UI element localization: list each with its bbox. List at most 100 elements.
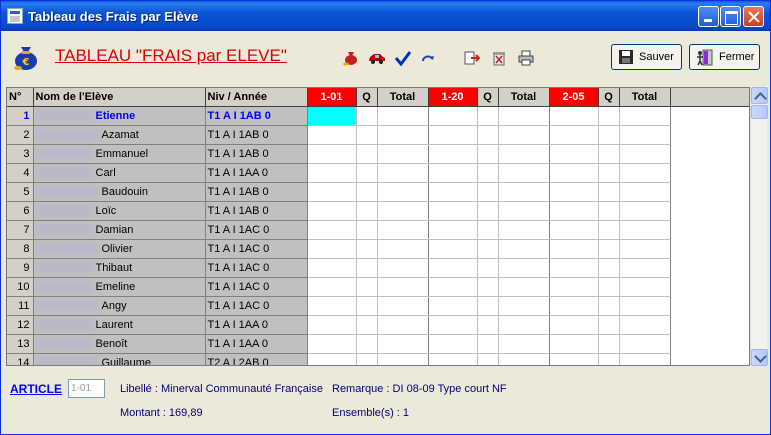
total-cell[interactable] xyxy=(377,106,429,126)
fee-cell[interactable] xyxy=(428,353,478,365)
student-name-cell[interactable]: Thibaut xyxy=(33,258,206,278)
quantity-cell[interactable] xyxy=(356,182,378,202)
quantity-cell[interactable] xyxy=(598,315,620,335)
table-row[interactable]: 14 Guillaume T2 A I 2AB 0 xyxy=(7,353,749,365)
total-cell[interactable] xyxy=(619,220,671,240)
fee-cell[interactable] xyxy=(307,296,357,316)
table-row[interactable]: 13 Benoît T1 A I 1AA 0 xyxy=(7,334,749,354)
fee-cell[interactable] xyxy=(307,182,357,202)
fee-cell[interactable] xyxy=(307,334,357,354)
quantity-cell[interactable] xyxy=(477,258,499,278)
table-row[interactable]: 12 Laurent T1 A I 1AA 0 xyxy=(7,315,749,335)
fee-cell[interactable] xyxy=(428,296,478,316)
quantity-cell[interactable] xyxy=(598,163,620,183)
fee-cell[interactable] xyxy=(428,163,478,183)
student-name-cell[interactable]: Carl xyxy=(33,163,206,183)
column-header-q-2[interactable]: Q xyxy=(477,88,499,107)
redo-icon[interactable] xyxy=(420,50,436,66)
level-cell[interactable]: T1 A I 1AB 0 xyxy=(205,106,308,126)
quantity-cell[interactable] xyxy=(356,258,378,278)
total-cell[interactable] xyxy=(377,296,429,316)
fee-cell[interactable] xyxy=(549,239,599,259)
quantity-cell[interactable] xyxy=(356,239,378,259)
fee-cell[interactable] xyxy=(307,220,357,240)
table-row[interactable]: 8 Olivier T1 A I 1AC 0 xyxy=(7,239,749,259)
quantity-cell[interactable] xyxy=(598,353,620,365)
quantity-cell[interactable] xyxy=(598,106,620,126)
quantity-cell[interactable] xyxy=(356,144,378,164)
total-cell[interactable] xyxy=(619,334,671,354)
minimize-button[interactable] xyxy=(698,6,719,27)
quantity-cell[interactable] xyxy=(356,163,378,183)
total-cell[interactable] xyxy=(498,239,550,259)
total-cell[interactable] xyxy=(377,239,429,259)
student-name-cell[interactable]: Emeline xyxy=(33,277,206,297)
vertical-scrollbar[interactable] xyxy=(750,87,768,366)
total-cell[interactable] xyxy=(619,277,671,297)
fee-cell[interactable] xyxy=(428,220,478,240)
table-row[interactable]: 6 Loïc T1 A I 1AB 0 xyxy=(7,201,749,221)
fees-grid[interactable]: N° Nom de l'Elève Niv / Année 1-01 Q Tot… xyxy=(6,87,750,366)
level-cell[interactable]: T1 A I 1AB 0 xyxy=(205,201,308,221)
total-cell[interactable] xyxy=(377,315,429,335)
column-header-q-1[interactable]: Q xyxy=(356,88,378,107)
total-cell[interactable] xyxy=(619,144,671,164)
total-cell[interactable] xyxy=(377,144,429,164)
scroll-thumb[interactable] xyxy=(751,105,768,119)
total-cell[interactable] xyxy=(377,353,429,365)
fee-cell[interactable] xyxy=(307,277,357,297)
quantity-cell[interactable] xyxy=(477,239,499,259)
student-name-cell[interactable]: Angy xyxy=(33,296,206,316)
table-row[interactable]: 7 Damian T1 A I 1AC 0 xyxy=(7,220,749,240)
quantity-cell[interactable] xyxy=(477,277,499,297)
column-header-article-1[interactable]: 1-01 xyxy=(307,88,357,107)
table-row[interactable]: 4 Carl T1 A I 1AA 0 xyxy=(7,163,749,183)
fee-cell[interactable] xyxy=(307,353,357,365)
quantity-cell[interactable] xyxy=(477,125,499,145)
total-cell[interactable] xyxy=(498,125,550,145)
student-name-cell[interactable]: Azamat xyxy=(33,125,206,145)
fee-cell[interactable] xyxy=(428,144,478,164)
column-header-article-3[interactable]: 2-05 xyxy=(549,88,599,107)
total-cell[interactable] xyxy=(377,258,429,278)
fee-cell[interactable] xyxy=(549,277,599,297)
student-name-cell[interactable]: Emmanuel xyxy=(33,144,206,164)
total-cell[interactable] xyxy=(377,163,429,183)
quantity-cell[interactable] xyxy=(477,106,499,126)
quantity-cell[interactable] xyxy=(356,296,378,316)
level-cell[interactable]: T1 A I 1AC 0 xyxy=(205,239,308,259)
total-cell[interactable] xyxy=(619,258,671,278)
close-button[interactable]: Fermer xyxy=(689,44,760,70)
fee-cell[interactable] xyxy=(549,353,599,365)
table-row[interactable]: 1 Etienne T1 A I 1AB 0 xyxy=(7,106,749,126)
student-name-cell[interactable]: Baudouin xyxy=(33,182,206,202)
fee-cell[interactable] xyxy=(549,106,599,126)
quantity-cell[interactable] xyxy=(477,315,499,335)
fee-cell[interactable] xyxy=(307,163,357,183)
quantity-cell[interactable] xyxy=(356,277,378,297)
fee-cell[interactable] xyxy=(549,163,599,183)
fee-cell[interactable] xyxy=(428,106,478,126)
level-cell[interactable]: T1 A I 1AB 0 xyxy=(205,144,308,164)
total-cell[interactable] xyxy=(377,334,429,354)
fee-cell[interactable] xyxy=(428,125,478,145)
quantity-cell[interactable] xyxy=(477,353,499,365)
quantity-cell[interactable] xyxy=(598,201,620,221)
level-cell[interactable]: T1 A I 1AC 0 xyxy=(205,220,308,240)
level-cell[interactable]: T1 A I 1AA 0 xyxy=(205,315,308,335)
student-name-cell[interactable]: Guillaume xyxy=(33,353,206,365)
quantity-cell[interactable] xyxy=(477,334,499,354)
table-row[interactable]: 5 Baudouin T1 A I 1AB 0 xyxy=(7,182,749,202)
table-row[interactable]: 9 Thibaut T1 A I 1AC 0 xyxy=(7,258,749,278)
scroll-up-button[interactable] xyxy=(751,87,768,104)
total-cell[interactable] xyxy=(377,277,429,297)
total-cell[interactable] xyxy=(498,315,550,335)
level-cell[interactable]: T1 A I 1AA 0 xyxy=(205,163,308,183)
table-row[interactable]: 2 Azamat T1 A I 1AB 0 xyxy=(7,125,749,145)
total-cell[interactable] xyxy=(498,258,550,278)
quantity-cell[interactable] xyxy=(356,334,378,354)
print-icon[interactable] xyxy=(517,50,535,66)
fee-cell[interactable] xyxy=(549,220,599,240)
fee-cell[interactable] xyxy=(549,144,599,164)
scroll-down-button[interactable] xyxy=(751,349,768,366)
